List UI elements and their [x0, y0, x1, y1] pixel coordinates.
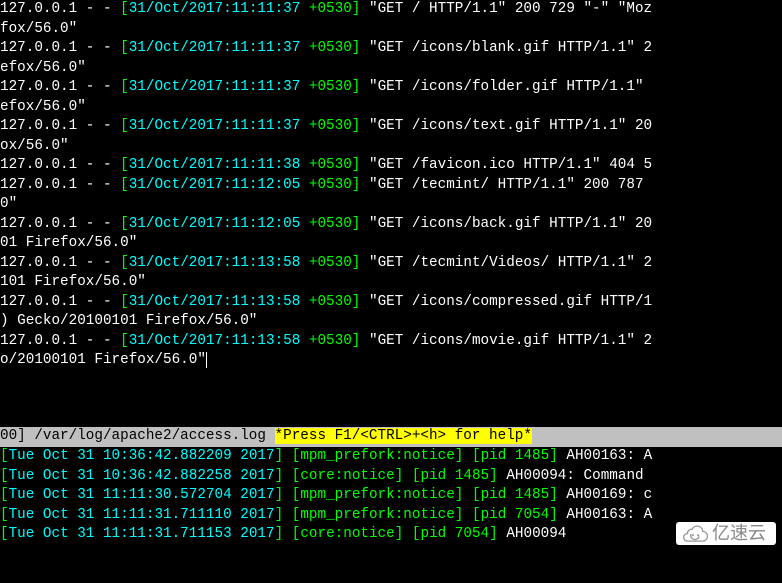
error-log-pane[interactable]: [Tue Oct 31 10:36:42.882209 2017] [mpm_p… — [0, 447, 782, 545]
error-log-line: [Tue Oct 31 11:11:31.711153 2017] [core:… — [0, 525, 782, 545]
access-log-line: 127.0.0.1 - - [31/Oct/2017:11:13:58 +053… — [0, 293, 782, 313]
access-log-line: 127.0.0.1 - - [31/Oct/2017:11:11:38 +053… — [0, 156, 782, 176]
watermark-text: 亿速云 — [712, 524, 766, 544]
access-log-line: 127.0.0.1 - - [31/Oct/2017:11:11:37 +053… — [0, 39, 782, 59]
access-log-line: 127.0.0.1 - - [31/Oct/2017:11:11:37 +053… — [0, 78, 782, 98]
statusbar-help-hint: *Press F1/<CTRL>+<h> for help* — [275, 428, 532, 444]
access-log-line: 127.0.0.1 - - [31/Oct/2017:11:11:37 +053… — [0, 0, 782, 20]
error-log-line: [Tue Oct 31 11:11:30.572704 2017] [mpm_p… — [0, 486, 782, 506]
access-log-line: 127.0.0.1 - - [31/Oct/2017:11:11:37 +053… — [0, 117, 782, 137]
access-log-line: 127.0.0.1 - - [31/Oct/2017:11:13:58 +053… — [0, 254, 782, 274]
error-log-line: [Tue Oct 31 10:36:42.882258 2017] [core:… — [0, 467, 782, 487]
access-log-line: 127.0.0.1 - - [31/Oct/2017:11:13:58 +053… — [0, 332, 782, 352]
watermark-badge: 亿速云 — [676, 522, 776, 546]
access-log-line: 127.0.0.1 - - [31/Oct/2017:11:12:05 +053… — [0, 176, 782, 196]
access-log-wrap: 0" — [0, 195, 782, 215]
text-cursor — [206, 352, 207, 368]
multitail-statusbar: 00] /var/log/apache2/access.log *Press F… — [0, 427, 782, 447]
cloud-icon — [682, 524, 708, 542]
statusbar-file: 00] /var/log/apache2/access.log — [0, 428, 275, 444]
access-log-wrap: 101 Firefox/56.0" — [0, 273, 782, 293]
error-log-line: [Tue Oct 31 11:11:31.711110 2017] [mpm_p… — [0, 506, 782, 526]
access-log-wrap: efox/56.0" — [0, 59, 782, 79]
access-log-wrap: fox/56.0" — [0, 20, 782, 40]
access-log-wrap: ) Gecko/20100101 Firefox/56.0" — [0, 312, 782, 332]
error-log-line: [Tue Oct 31 10:36:42.882209 2017] [mpm_p… — [0, 447, 782, 467]
access-log-wrap: efox/56.0" — [0, 98, 782, 118]
access-log-pane[interactable]: 127.0.0.1 - - [31/Oct/2017:11:11:37 +053… — [0, 0, 782, 371]
terminal-window: 127.0.0.1 - - [31/Oct/2017:11:11:37 +053… — [0, 0, 782, 583]
access-log-wrap: ox/56.0" — [0, 137, 782, 157]
access-log-wrap: o/20100101 Firefox/56.0" — [0, 351, 782, 371]
access-log-line: 127.0.0.1 - - [31/Oct/2017:11:12:05 +053… — [0, 215, 782, 235]
access-log-wrap: 01 Firefox/56.0" — [0, 234, 782, 254]
